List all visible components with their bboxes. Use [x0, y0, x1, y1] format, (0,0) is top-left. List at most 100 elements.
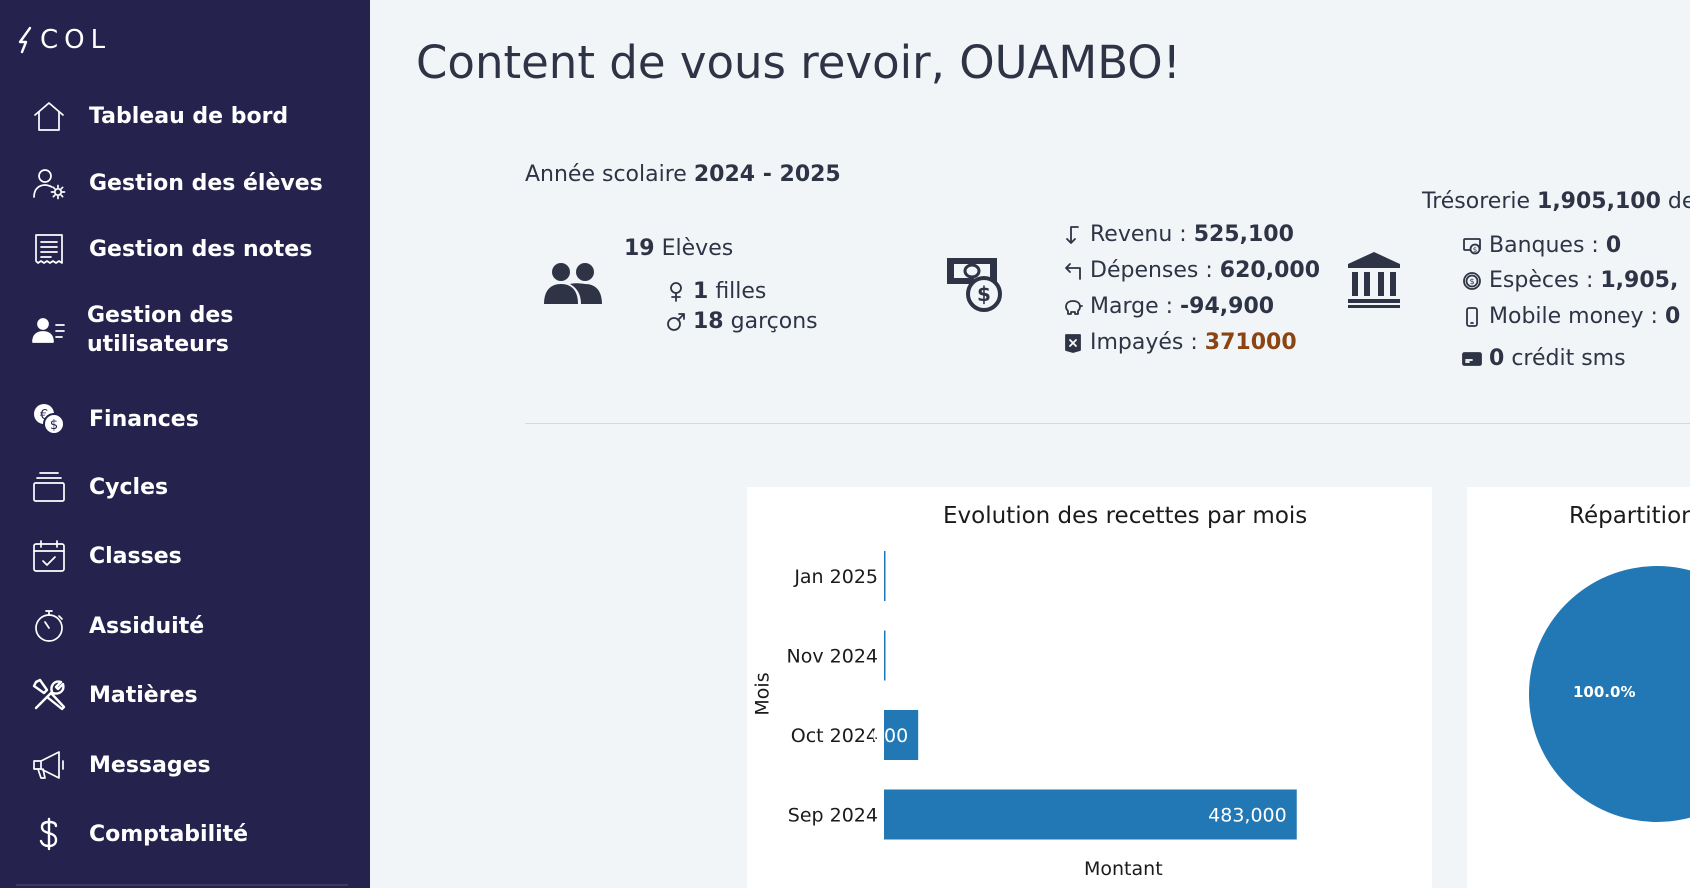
piggy-bank-icon	[1062, 296, 1084, 318]
sidebar-item-classes[interactable]: Classes	[0, 524, 370, 588]
bar-nov-2024[interactable]	[884, 630, 886, 681]
svg-text:$: $	[1469, 277, 1474, 286]
sidebar-item-students[interactable]: Gestion des élèves	[0, 151, 370, 215]
expenses-label: Dépenses :	[1090, 258, 1213, 283]
megaphone-icon	[30, 746, 68, 784]
welcome-heading: Content de vous revoir, OUAMBO!	[416, 36, 1181, 89]
distribution-chart-card: Répartition 100.0%	[1467, 487, 1690, 888]
sidebar-item-grades[interactable]: Gestion des notes	[0, 217, 370, 281]
svg-text:$: $	[50, 418, 58, 433]
mobile-value: 0	[1664, 304, 1681, 329]
bar-category-label: Sep 2024	[788, 805, 878, 827]
sidebar-item-messages[interactable]: Messages	[0, 733, 370, 797]
arrow-return-icon	[1062, 260, 1084, 282]
treasury-cash: $ Espèces : 1,905,	[1461, 268, 1678, 293]
sidebar-item-label: Gestion des utilisateurs	[87, 303, 234, 357]
bank-icon	[1346, 250, 1402, 312]
bar-chart-plot: Jan 2025 Nov 2024 Oct 2024000 Sep 2024 483,0…	[787, 551, 1297, 840]
unpaid-label: Impayés :	[1090, 330, 1198, 355]
sidebar-item-label: Assiduité	[89, 613, 205, 639]
revenue-label: Revenu :	[1090, 222, 1187, 247]
layers-icon	[30, 468, 68, 506]
treasury-label: Trésorerie	[1422, 189, 1531, 214]
sidebar: COL Tableau de bord Gestion des élèves G…	[0, 0, 370, 888]
sidebar-item-label: Tableau de bord	[89, 103, 289, 129]
sidebar-item-label: Cycles	[89, 474, 169, 500]
sidebar-divider	[16, 884, 348, 886]
finance-margin: Marge : -94,900	[1062, 294, 1274, 319]
unpaid-value: 371000	[1204, 330, 1297, 355]
calendar-check-icon	[30, 537, 68, 575]
school-year-label: Année scolaire	[525, 162, 687, 187]
sidebar-item-finances[interactable]: € $ Finances	[0, 387, 370, 451]
female-icon	[665, 281, 687, 303]
male-icon	[665, 311, 687, 333]
user-gear-icon	[30, 164, 68, 202]
dollar-icon	[30, 815, 68, 853]
stopwatch-icon	[30, 607, 68, 645]
credit-card-icon	[1461, 348, 1483, 370]
margin-label: Marge :	[1090, 294, 1174, 319]
girls-label: filles	[715, 279, 767, 304]
bar-jan-2025[interactable]	[884, 551, 886, 601]
revenue-value: 525,100	[1193, 222, 1294, 247]
students-label: Elèves	[661, 236, 734, 261]
sidebar-item-label: Gestion des élèves	[89, 170, 323, 196]
boys-count: 18	[693, 309, 724, 334]
home-icon	[30, 97, 68, 135]
treasury-mobile: Mobile money : 0	[1461, 304, 1680, 329]
users-list-icon	[30, 311, 68, 349]
sidebar-item-users[interactable]: Gestion des utilisateurs	[0, 295, 370, 365]
sidebar-item-attendance[interactable]: Assiduité	[0, 594, 370, 658]
banks-label: Banques :	[1489, 233, 1599, 258]
bar-value-label: 483,000	[1208, 805, 1287, 827]
pie-slice-label: 100.0%	[1573, 683, 1636, 701]
tools-icon	[30, 676, 68, 714]
sidebar-item-label: Finances	[89, 406, 199, 432]
bank-note-icon: $	[1461, 235, 1483, 257]
school-year: Année scolaire 2024 - 2025	[525, 162, 841, 187]
coin-icon: $	[1461, 270, 1483, 292]
treasury-value: 1,905,100	[1537, 189, 1661, 214]
money-icon: $	[944, 254, 1002, 318]
app-logo-text: COL	[40, 25, 112, 55]
receipt-icon	[30, 230, 68, 268]
treasury-sms: 0 crédit sms	[1461, 346, 1626, 371]
section-divider	[525, 423, 1690, 424]
sidebar-item-subjects[interactable]: Matières	[0, 663, 370, 727]
sidebar-item-label: Classes	[89, 543, 182, 569]
cash-label: Espèces :	[1489, 268, 1594, 293]
sidebar-item-label: Comptabilité	[89, 821, 249, 847]
coins-icon: € $	[30, 400, 68, 438]
students-count: 19	[624, 236, 655, 261]
app-logo[interactable]: COL	[16, 24, 111, 56]
students-girls: 1 filles	[665, 279, 766, 304]
expenses-value: 620,000	[1219, 258, 1320, 283]
margin-value: -94,900	[1180, 294, 1275, 319]
boys-label: garçons	[730, 309, 818, 334]
bar-category-label: Jan 2025	[793, 566, 878, 588]
arrow-down-left-icon	[1062, 224, 1084, 246]
sidebar-item-accounting[interactable]: Comptabilité	[0, 802, 370, 866]
sidebar-item-label: Matières	[89, 682, 198, 708]
sidebar-item-cycles[interactable]: Cycles	[0, 455, 370, 519]
bolt-icon	[18, 26, 32, 54]
students-total: 19 Elèves	[624, 236, 733, 261]
cash-value: 1,905,	[1600, 268, 1679, 293]
bar-value-label: 000	[872, 725, 908, 747]
students-boys: 18 garçons	[665, 309, 818, 334]
users-icon	[543, 258, 603, 310]
bar-category-label: Oct 2024	[791, 725, 878, 747]
banks-value: 0	[1605, 233, 1622, 258]
sidebar-item-dashboard[interactable]: Tableau de bord	[0, 84, 370, 148]
mobile-label: Mobile money :	[1489, 304, 1658, 329]
x-axis-label: Montant	[1084, 858, 1163, 880]
sms-label: crédit sms	[1511, 346, 1626, 371]
bar-category-label: Nov 2024	[787, 646, 878, 668]
svg-text:$: $	[1473, 246, 1477, 254]
finance-revenue: Revenu : 525,100	[1062, 222, 1294, 247]
girls-count: 1	[693, 279, 709, 304]
sidebar-item-label: Gestion des notes	[89, 236, 313, 262]
school-year-value: 2024 - 2025	[693, 162, 841, 187]
sidebar-item-label: Messages	[89, 752, 211, 778]
